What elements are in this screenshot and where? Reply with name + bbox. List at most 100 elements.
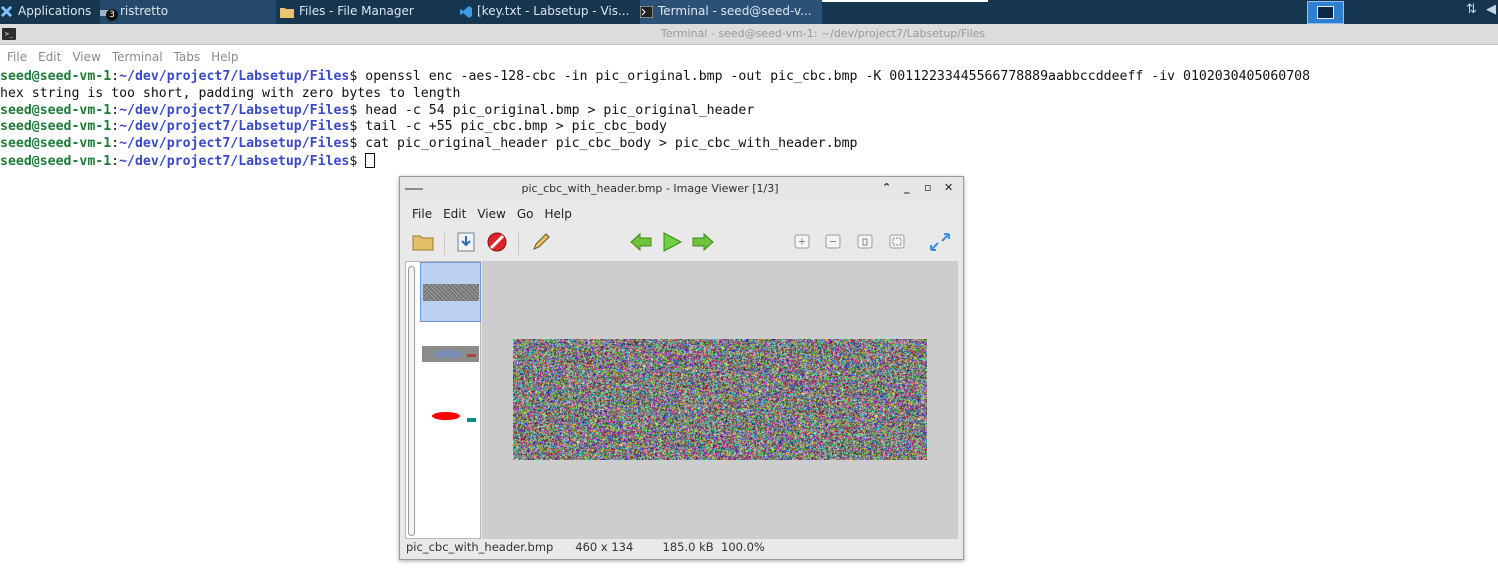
terminal-command-line: seed@seed-vm-1:~/dev/project7/Labsetup/F… (0, 136, 1498, 153)
command-text: cat pic_original_header pic_cbc_body > p… (365, 136, 858, 152)
prompt-separator: : (111, 69, 120, 84)
prompt-separator: : (111, 136, 120, 152)
viewer-menu-go[interactable]: Go (517, 204, 534, 224)
status-zoom: 100.0% (721, 540, 765, 554)
terminal-menu-view[interactable]: View (72, 46, 100, 68)
image-canvas[interactable] (482, 261, 958, 539)
network-icon[interactable]: ⇅ (1466, 2, 1477, 17)
prompt-separator: : (111, 119, 120, 135)
prompt-symbol: $ (349, 136, 366, 152)
prompt-path: ~/dev/project7/Labsetup/Files (119, 102, 350, 118)
command-text: openssl enc -aes-128-cbc -in pic_origina… (365, 69, 1311, 84)
viewer-menu-edit[interactable]: Edit (443, 204, 466, 224)
prompt-path: ~/dev/project7/Labsetup/Files (119, 153, 350, 169)
forward-arrow-icon[interactable] (691, 231, 715, 253)
taskbar-terminal-label: Terminal - seed@seed-v... (658, 4, 812, 18)
taskbar-vscode-label: [key.txt - Labsetup - Vis... (477, 4, 630, 18)
workspace-switcher[interactable] (1307, 1, 1344, 24)
ristretto-icon: 3 (100, 5, 118, 21)
status-filename: pic_cbc_with_header.bmp (406, 540, 554, 554)
close-icon[interactable]: ✕ (944, 181, 953, 194)
thumbnail-selected[interactable] (420, 262, 481, 322)
terminal-command-line: seed@seed-vm-1:~/dev/project7/Labsetup/F… (0, 69, 1498, 86)
viewer-titlebar[interactable]: pic_cbc_with_header.bmp - Image Viewer [… (400, 177, 963, 201)
terminal-output[interactable]: seed@seed-vm-1:~/dev/project7/Labsetup/F… (0, 69, 1498, 170)
prompt-user: seed@seed-vm-1 (0, 153, 112, 169)
viewer-statusbar: pic_cbc_with_header.bmp 460 x 134 185.0 … (406, 540, 765, 554)
zoom-out-icon[interactable] (824, 231, 842, 251)
prompt-separator: : (111, 102, 120, 118)
taskbar-ristretto[interactable]: 3 ristretto (100, 0, 276, 24)
taskbar-file-manager-label: Files - File Manager (299, 4, 414, 18)
zoom-100-icon[interactable] (888, 231, 906, 251)
terminal-titlebar[interactable]: >_ Terminal - seed@seed-vm-1: ~/dev/proj… (0, 24, 1498, 45)
edit-pencil-icon[interactable] (530, 231, 552, 253)
prompt-path: ~/dev/project7/Labsetup/Files (119, 136, 350, 152)
vscode-icon (460, 5, 472, 18)
applications-label: Applications (18, 4, 92, 18)
prompt-separator: : (111, 153, 120, 169)
viewer-menu-help[interactable]: Help (544, 204, 571, 224)
prompt-user: seed@seed-vm-1 (0, 119, 112, 135)
prompt-user: seed@seed-vm-1 (0, 136, 112, 152)
viewer-menu-view[interactable]: View (477, 204, 505, 224)
delete-icon[interactable] (486, 231, 508, 253)
prompt-symbol: $ (349, 69, 366, 84)
terminal-command-line: seed@seed-vm-1:~/dev/project7/Labsetup/F… (0, 103, 1498, 120)
terminal-menu-tabs[interactable]: Tabs (174, 46, 201, 68)
terminal-command-line: seed@seed-vm-1:~/dev/project7/Labsetup/F… (0, 152, 1498, 170)
command-text: tail -c +55 pic_cbc.bmp > pic_cbc_body (365, 119, 667, 135)
terminal-menu-help[interactable]: Help (211, 46, 238, 68)
thumbnail-bar[interactable] (405, 261, 481, 539)
zoom-in-icon[interactable] (793, 231, 811, 251)
taskbar-terminal[interactable]: Terminal - seed@seed-v... (640, 0, 822, 24)
taskbar-vscode[interactable]: [key.txt - Labsetup - Vis... (460, 0, 638, 24)
thumbnail[interactable] (422, 346, 479, 362)
viewer-title: pic_cbc_with_header.bmp - Image Viewer [… (521, 182, 779, 195)
fullscreen-icon[interactable] (928, 231, 952, 253)
image-viewer-window: pic_cbc_with_header.bmp - Image Viewer [… (399, 176, 964, 560)
applications-menu[interactable]: Applications (0, 0, 96, 24)
viewer-menubar: File Edit View Go Help (400, 203, 572, 225)
terminal-menubar: File Edit View Terminal Tabs Help (0, 46, 1498, 68)
shade-icon[interactable]: ⌃ (882, 181, 891, 194)
prompt-symbol: $ (349, 153, 366, 169)
open-folder-icon[interactable] (412, 231, 434, 253)
workspace-window-icon (1317, 6, 1334, 19)
thumbnail-scrollbar[interactable] (408, 266, 415, 536)
terminal-menu-terminal[interactable]: Terminal (112, 46, 163, 68)
save-icon[interactable] (456, 231, 476, 253)
prompt-path: ~/dev/project7/Labsetup/Files (119, 119, 350, 135)
top-panel: Applications 3 ristretto Files - File Ma… (0, 0, 1498, 24)
window-count-badge: 3 (106, 8, 118, 21)
taskbar-ristretto-label: ristretto (120, 4, 169, 18)
viewer-toolbar (400, 227, 963, 259)
thumbnail[interactable] (422, 410, 479, 426)
volume-icon[interactable]: ◀ (1486, 2, 1496, 17)
taskbar-file-manager[interactable]: Files - File Manager (280, 0, 450, 24)
zoom-fit-icon[interactable] (856, 231, 874, 251)
prompt-path: ~/dev/project7/Labsetup/Files (119, 69, 350, 84)
folder-icon (280, 7, 294, 18)
panel-indicator (822, 0, 988, 2)
viewer-menu-file[interactable]: File (412, 204, 432, 224)
minimize-icon[interactable]: _ (904, 181, 910, 194)
terminal-icon (640, 5, 654, 18)
xfce-logo-icon (0, 5, 13, 18)
terminal-menu-file[interactable]: File (7, 46, 27, 68)
terminal-cursor (365, 152, 376, 168)
prompt-user: seed@seed-vm-1 (0, 102, 112, 118)
output-text: hex string is too short, padding with ze… (0, 85, 461, 101)
terminal-menu-edit[interactable]: Edit (38, 46, 61, 68)
terminal-command-line: seed@seed-vm-1:~/dev/project7/Labsetup/F… (0, 119, 1498, 136)
encrypted-image (513, 339, 927, 460)
prompt-symbol: $ (349, 119, 366, 135)
play-slideshow-icon[interactable] (661, 231, 683, 253)
back-arrow-icon[interactable] (629, 231, 653, 253)
command-text: head -c 54 pic_original.bmp > pic_origin… (365, 102, 755, 118)
terminal-output-line: hex string is too short, padding with ze… (0, 86, 1498, 103)
toolbar-separator (444, 233, 445, 255)
maximize-icon[interactable]: ▫ (924, 181, 931, 194)
status-filesize: 185.0 kB (662, 540, 714, 554)
prompt-user: seed@seed-vm-1 (0, 69, 112, 84)
